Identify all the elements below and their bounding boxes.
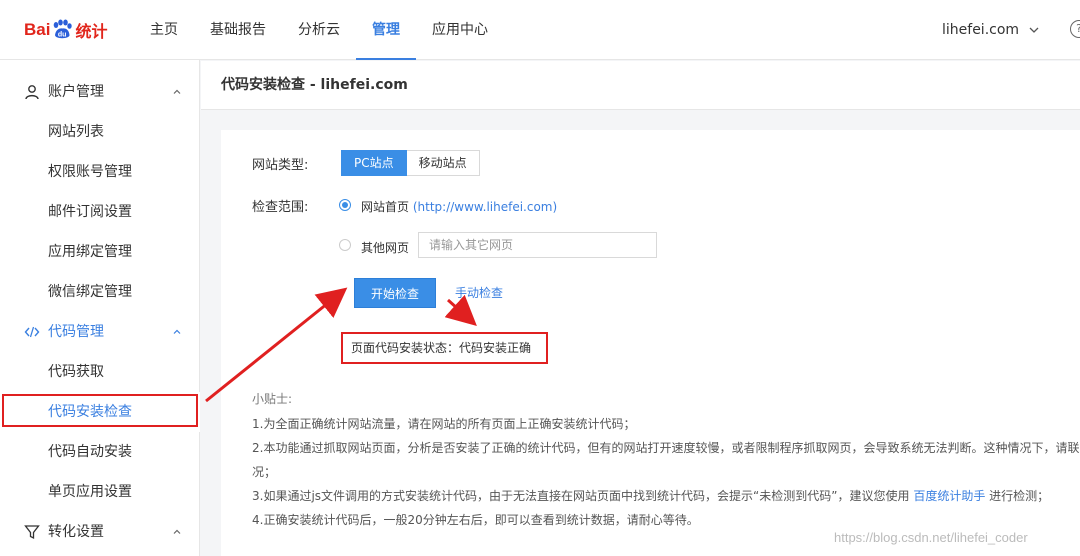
chevron-up-icon xyxy=(173,329,181,334)
sidebar-group-label: 账户管理 xyxy=(48,84,104,100)
site-type-selector: PC站点 移动站点 xyxy=(341,150,480,176)
manual-check-link[interactable]: 手动检查 xyxy=(455,284,503,301)
home-option: 网站首页 (http://www.lihefei.com) xyxy=(361,198,557,215)
sidebar-item-app-binding[interactable]: 应用绑定管理 xyxy=(0,232,200,272)
sidebar: 账户管理 网站列表 权限账号管理 邮件订阅设置 应用绑定管理 微信绑定管理 代码… xyxy=(0,60,200,556)
tip-3: 3.如果通过js文件调用的方式安装统计代码，由于无法直接在网站页面中找到统计代码… xyxy=(252,487,1049,504)
nav-management[interactable]: 管理 xyxy=(356,0,416,60)
site-type-label: 网站类型: xyxy=(252,158,309,173)
home-radio[interactable] xyxy=(339,199,351,211)
chevron-up-icon xyxy=(173,529,181,534)
nav-analytics-cloud[interactable]: 分析云 xyxy=(282,0,356,60)
other-page-input[interactable] xyxy=(418,232,657,258)
start-check-button[interactable]: 开始检查 xyxy=(354,278,436,308)
sidebar-item-get-code[interactable]: 代码获取 xyxy=(0,352,200,392)
home-option-label: 网站首页 xyxy=(361,200,410,214)
sidebar-group-code[interactable]: 代码管理 xyxy=(0,312,200,352)
logo-bai: Bai xyxy=(24,20,51,39)
code-icon xyxy=(24,326,40,338)
sidebar-group-label: 代码管理 xyxy=(48,324,104,340)
annotation-highlight-box xyxy=(2,394,198,427)
baidu-tongji-helper-link[interactable]: 百度统计助手 xyxy=(913,489,985,503)
install-status-text: 页面代码安装状态：代码安装正确 xyxy=(351,341,532,355)
site-type-pc-button[interactable]: PC站点 xyxy=(341,150,407,176)
watermark: https://blog.csdn.net/lihefei_coder xyxy=(834,530,1028,545)
scope-label: 检查范围: xyxy=(252,200,309,215)
sidebar-item-email-subscription[interactable]: 邮件订阅设置 xyxy=(0,192,200,232)
user-icon xyxy=(25,85,39,100)
other-option-label: 其他网页 xyxy=(361,241,410,255)
page-title: 代码安装检查 - lihefei.com xyxy=(221,77,408,93)
tip-3-text-end: 进行检测； xyxy=(989,489,1050,503)
user-menu[interactable]: lihefei.com xyxy=(942,0,1039,60)
logo-tongji: 统计 xyxy=(75,22,108,41)
tip-2-continued: 况； xyxy=(252,465,277,479)
site-type-mobile-button[interactable]: 移动站点 xyxy=(406,150,480,176)
nav-basic-reports[interactable]: 基础报告 xyxy=(194,0,282,60)
page-title-bar: 代码安装检查 - lihefei.com xyxy=(201,61,1080,110)
tip-1: 1.为全面正确统计网站流量，请在网站的所有页面上正确安装统计代码； xyxy=(252,417,636,431)
help-icon[interactable]: ? xyxy=(1070,20,1080,38)
main-nav: 主页 基础报告 分析云 管理 应用中心 xyxy=(134,0,504,60)
sidebar-group-account[interactable]: 账户管理 xyxy=(0,72,200,112)
top-bar: Bai du 统计 主页 基础报告 分析云 管理 应用中心 lihefei.co… xyxy=(0,0,1080,60)
baidu-paw-icon: du xyxy=(54,19,73,39)
sidebar-group-label: 转化设置 xyxy=(48,524,104,540)
chevron-up-icon xyxy=(173,89,181,94)
baidu-tongji-logo[interactable]: Bai du 统计 xyxy=(24,15,107,45)
sidebar-group-conversion[interactable]: 转化设置 xyxy=(0,512,200,552)
sidebar-item-spa-settings[interactable]: 单页应用设置 xyxy=(0,472,200,512)
filter-icon xyxy=(24,525,40,540)
nav-app-center[interactable]: 应用中心 xyxy=(416,0,504,60)
home-url: (http://www.lihefei.com) xyxy=(412,200,558,214)
nav-home[interactable]: 主页 xyxy=(134,0,194,60)
other-radio[interactable] xyxy=(339,239,351,251)
sidebar-item-auto-install[interactable]: 代码自动安装 xyxy=(0,432,200,472)
sidebar-item-site-list[interactable]: 网站列表 xyxy=(0,112,200,152)
install-status-box: 页面代码安装状态：代码安装正确 xyxy=(341,332,548,364)
tips-heading: 小贴士: xyxy=(252,392,293,406)
user-name: lihefei.com xyxy=(942,22,1020,38)
tip-4: 4.正确安装统计代码后，一般20分钟左右后，即可以查看到统计数据，请耐心等待。 xyxy=(252,513,699,527)
chevron-down-icon xyxy=(1029,27,1039,33)
sidebar-item-wechat-binding[interactable]: 微信绑定管理 xyxy=(0,272,200,312)
sidebar-item-permission-accounts[interactable]: 权限账号管理 xyxy=(0,152,200,192)
tip-2: 2.本功能通过抓取网站页面，分析是否安装了正确的统计代码，但有的网站打开速度较慢… xyxy=(252,441,1080,455)
logo-du: du xyxy=(58,32,67,39)
tip-3-text: 3.如果通过js文件调用的方式安装统计代码，由于无法直接在网站页面中找到统计代码… xyxy=(252,489,910,503)
